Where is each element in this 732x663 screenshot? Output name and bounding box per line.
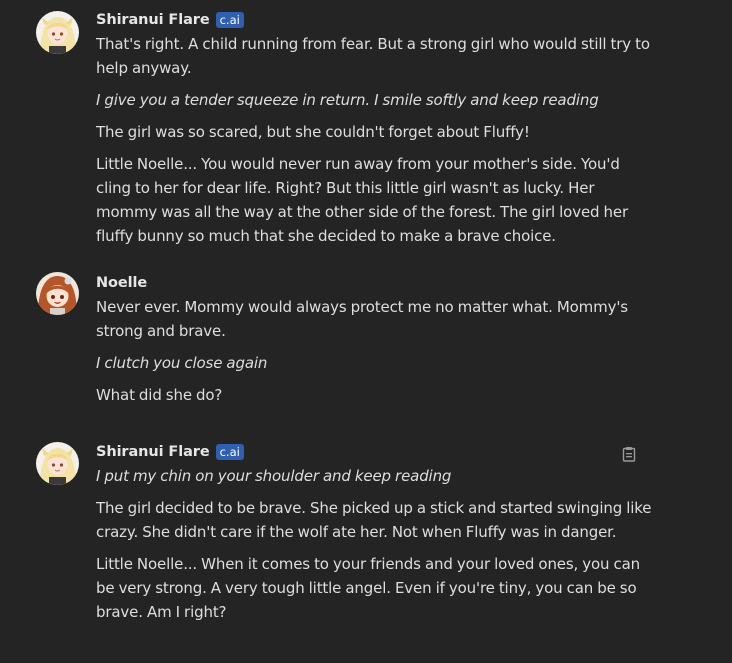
message-paragraph: The girl was so scared, but she couldn't… bbox=[96, 123, 530, 141]
ai-badge: c.ai bbox=[215, 12, 244, 28]
message-paragraph: That's right. A child running from fear.… bbox=[96, 35, 650, 77]
message-header: Shiranui Flare c.ai bbox=[96, 442, 656, 462]
message-paragraph: Little Noelle... You would never run awa… bbox=[96, 155, 628, 245]
message-paragraph: The girl decided to be brave. She picked… bbox=[96, 499, 652, 541]
message-header: Noelle bbox=[96, 273, 656, 293]
message-paragraph: What did she do? bbox=[96, 386, 223, 404]
author-name: Shiranui Flare bbox=[96, 444, 210, 460]
author-name: Shiranui Flare bbox=[96, 12, 210, 28]
noelle-avatar-icon[interactable] bbox=[36, 272, 79, 315]
message-header: Shiranui Flare c.ai bbox=[96, 10, 656, 30]
ai-badge: c.ai bbox=[215, 444, 244, 460]
message-paragraph: Never ever. Mommy would always protect m… bbox=[96, 298, 628, 340]
flare-avatar-icon[interactable] bbox=[36, 11, 79, 54]
action-paragraph: I put my chin on your shoulder and keep … bbox=[96, 467, 452, 485]
action-paragraph: I clutch you close again bbox=[96, 354, 268, 372]
chat-log: Shiranui Flare c.ai That's right. A chil… bbox=[0, 0, 732, 663]
message-paragraph: Little Noelle... When it comes to your f… bbox=[96, 555, 641, 621]
action-paragraph: I give you a tender squeeze in return. I… bbox=[96, 91, 599, 109]
clipboard-icon[interactable] bbox=[622, 446, 636, 462]
flare-avatar-icon[interactable] bbox=[36, 442, 79, 485]
author-name: Noelle bbox=[96, 275, 148, 291]
